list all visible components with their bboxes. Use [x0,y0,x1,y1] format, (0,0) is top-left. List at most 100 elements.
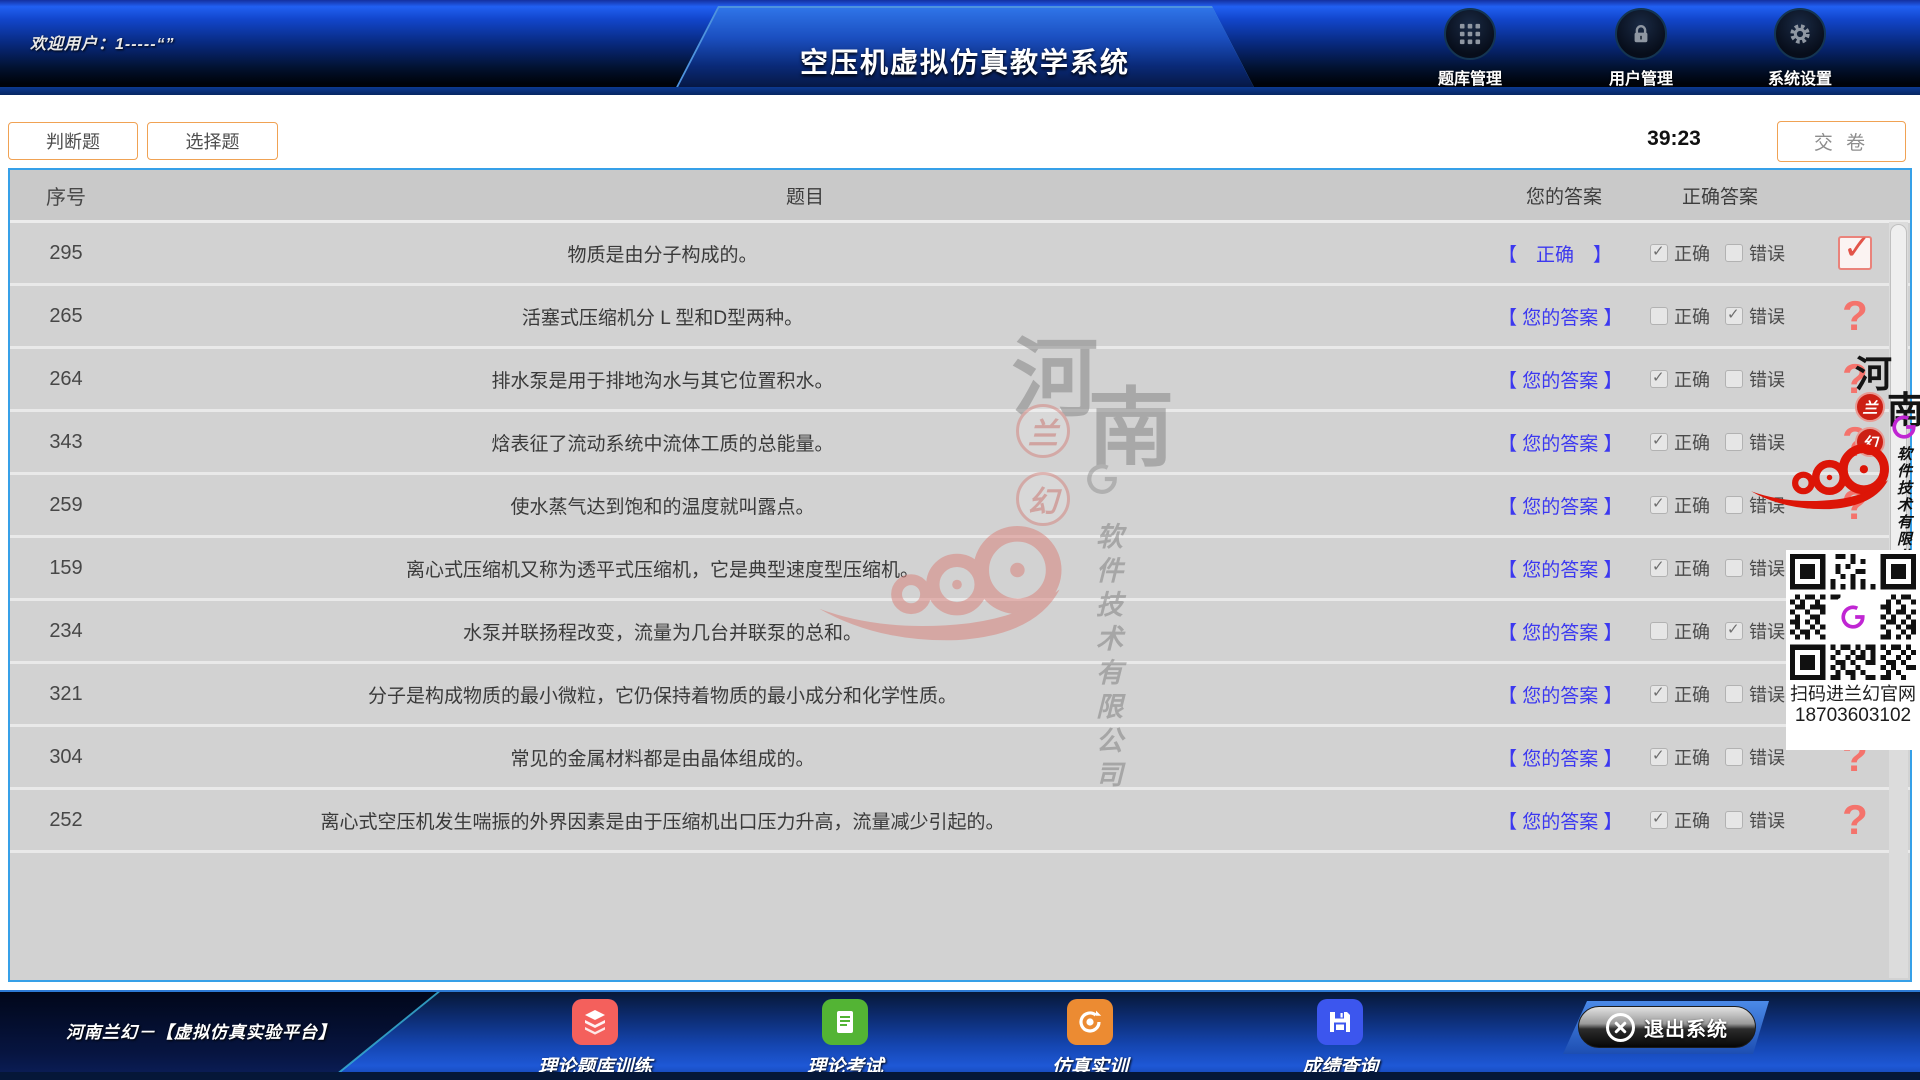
document-icon [822,999,868,1045]
menu-theory-exam[interactable]: 理论考试 [765,999,925,1079]
row-your-answer: 【 您的答案 】 [1488,366,1640,393]
menu-label: 理论考试 [765,1052,925,1079]
row-your-answer: 【 您的答案 】 [1488,807,1640,834]
wrong-checkbox[interactable] [1725,244,1743,262]
app-window: 欢迎用户：1-----“” 空压机虚拟仿真教学系统 题库管理 [0,0,1920,1080]
nav-label: 系统设置 [1740,65,1860,89]
wrong-checkbox[interactable] [1725,685,1743,703]
bottom-bar: 河南兰幻－【虚拟仿真实验平台】 理论题库训练 理论考试 [0,990,1920,1080]
row-your-answer: 【 您的答案 】 [1488,744,1640,771]
row-your-answer: 【 您的答案 】 [1488,681,1640,708]
correct-checkbox-label: 正确 [1674,807,1710,833]
grid-icon [1459,23,1481,45]
row-correct-answer: 正确 错误 [1640,240,1800,266]
correct-checkbox[interactable] [1650,748,1668,766]
qr-code [1790,554,1916,680]
row-question: 活塞式压缩机分 L 型和D型两种。 [122,303,1488,330]
wrong-checkbox[interactable] [1725,559,1743,577]
correct-checkbox[interactable] [1650,433,1668,451]
wrong-checkbox-label: 错误 [1749,807,1785,833]
nav-user-management[interactable]: 用户管理 [1581,8,1701,89]
tab-judgment-questions[interactable]: 判断题 [8,122,138,160]
table-row: 321 分子是构成物质的最小微粒，它仍保持着物质的最小成分和化学性质。 【 您的… [10,664,1910,727]
wrong-checkbox[interactable] [1725,748,1743,766]
wrong-checkbox[interactable] [1725,811,1743,829]
nav-label: 用户管理 [1581,65,1701,89]
menu-label: 理论题库训练 [515,1052,675,1079]
correct-checkbox-label: 正确 [1674,492,1710,518]
row-question: 离心式压缩机又称为透平式压缩机，它是典型速度型压缩机。 [122,555,1488,582]
column-header-correct-answer: 正确答案 [1640,182,1800,209]
row-question: 常见的金属材料都是由晶体组成的。 [122,744,1488,771]
title-banner-inner: 空压机虚拟仿真教学系统 [674,8,1256,93]
qr-center-logo-icon [1835,599,1871,635]
exam-toolbar: 判断题 选择题 39:23 交 卷 [0,95,1920,168]
row-your-answer: 【 正确 】 [1488,240,1640,267]
row-number: 343 [10,431,122,454]
nav-circle [1615,8,1667,60]
wrong-checkbox[interactable] [1725,496,1743,514]
menu-theory-question-bank-training[interactable]: 理论题库训练 [515,999,675,1079]
row-question: 排水泵是用于排地沟水与其它位置积水。 [122,366,1488,393]
result-icon [1842,794,1868,846]
row-number: 159 [10,557,122,580]
exit-button-label: 退出系统 [1644,1013,1728,1042]
welcome-text: 欢迎用户：1-----“” [30,30,175,54]
row-question: 离心式空压机发生喘振的外界因素是由于压缩机出口压力升高，流量减少引起的。 [122,807,1488,834]
correct-checkbox[interactable] [1650,496,1668,514]
table-header-row: 序号 题目 您的答案 正确答案 [10,170,1910,223]
row-number: 259 [10,494,122,517]
correct-checkbox-label: 正确 [1674,240,1710,266]
qr-code-block: 扫码进兰幻官网 18703603102 [1786,550,1920,750]
correct-checkbox[interactable] [1650,685,1668,703]
table-row: 295 物质是由分子构成的。 【 正确 】 正确 错误 [10,223,1910,286]
table-row: 265 活塞式压缩机分 L 型和D型两种。 【 您的答案 】 正确 错误 [10,286,1910,349]
row-question: 使水蒸气达到饱和的温度就叫露点。 [122,492,1488,519]
row-your-answer: 【 您的答案 】 [1488,303,1640,330]
row-correct-answer: 正确 错误 [1640,807,1800,833]
result-icon [1838,236,1872,270]
row-question: 分子是构成物质的最小微粒，它仍保持着物质的最小成分和化学性质。 [122,681,1488,708]
correct-checkbox[interactable] [1650,307,1668,325]
row-number: 295 [10,242,122,265]
vendor-side-overlay: 河 南 兰 幻 软件技术有限公司 [1745,340,1920,760]
menu-label: 仿真实训 [1010,1052,1170,1079]
row-number: 252 [10,809,122,832]
title-banner: 空压机虚拟仿真教学系统 [672,6,1258,95]
wrong-checkbox[interactable] [1725,370,1743,388]
correct-checkbox[interactable] [1650,559,1668,577]
menu-score-query[interactable]: 成绩查询 [1260,999,1420,1079]
row-correct-answer: 正确 错误 [1640,303,1800,329]
nav-question-bank-management[interactable]: 题库管理 [1410,8,1530,89]
menu-simulation-training[interactable]: 仿真实训 [1010,999,1170,1079]
cloud-ornament-icon [1747,436,1912,517]
table-row: 264 排水泵是用于排地沟水与其它位置积水。 【 您的答案 】 正确 错误 [10,349,1910,412]
app-title: 空压机虚拟仿真教学系统 [674,41,1256,81]
submit-exam-button[interactable]: 交 卷 [1777,121,1906,162]
nav-circle [1774,8,1826,60]
correct-checkbox[interactable] [1650,244,1668,262]
qr-caption: 扫码进兰幻官网 [1786,683,1920,705]
exam-timer: 39:23 [1628,127,1720,151]
correct-checkbox[interactable] [1650,811,1668,829]
layers-icon [572,999,618,1045]
question-table: 序号 题目 您的答案 正确答案 295 物质是由分子构成的。 【 正确 】 正确… [8,168,1912,982]
wrong-checkbox[interactable] [1725,622,1743,640]
result-icon [1842,290,1868,342]
row-question: 焓表征了流动系统中流体工质的总能量。 [122,429,1488,456]
row-your-answer: 【 您的答案 】 [1488,555,1640,582]
correct-checkbox[interactable] [1650,370,1668,388]
wrong-checkbox-label: 错误 [1749,303,1785,329]
exit-button-panel: 退出系统 [1563,1001,1769,1054]
row-your-answer: 【 您的答案 】 [1488,492,1640,519]
wrong-checkbox[interactable] [1725,307,1743,325]
exit-system-button[interactable]: 退出系统 [1578,1006,1756,1048]
nav-system-settings[interactable]: 系统设置 [1740,8,1860,89]
sync-gear-icon [1067,999,1113,1045]
tab-choice-questions[interactable]: 选择题 [147,122,278,160]
table-row: 343 焓表征了流动系统中流体工质的总能量。 【 您的答案 】 正确 错误 [10,412,1910,475]
row-your-answer: 【 您的答案 】 [1488,618,1640,645]
wrong-checkbox[interactable] [1725,433,1743,451]
correct-checkbox-label: 正确 [1674,681,1710,707]
correct-checkbox[interactable] [1650,622,1668,640]
